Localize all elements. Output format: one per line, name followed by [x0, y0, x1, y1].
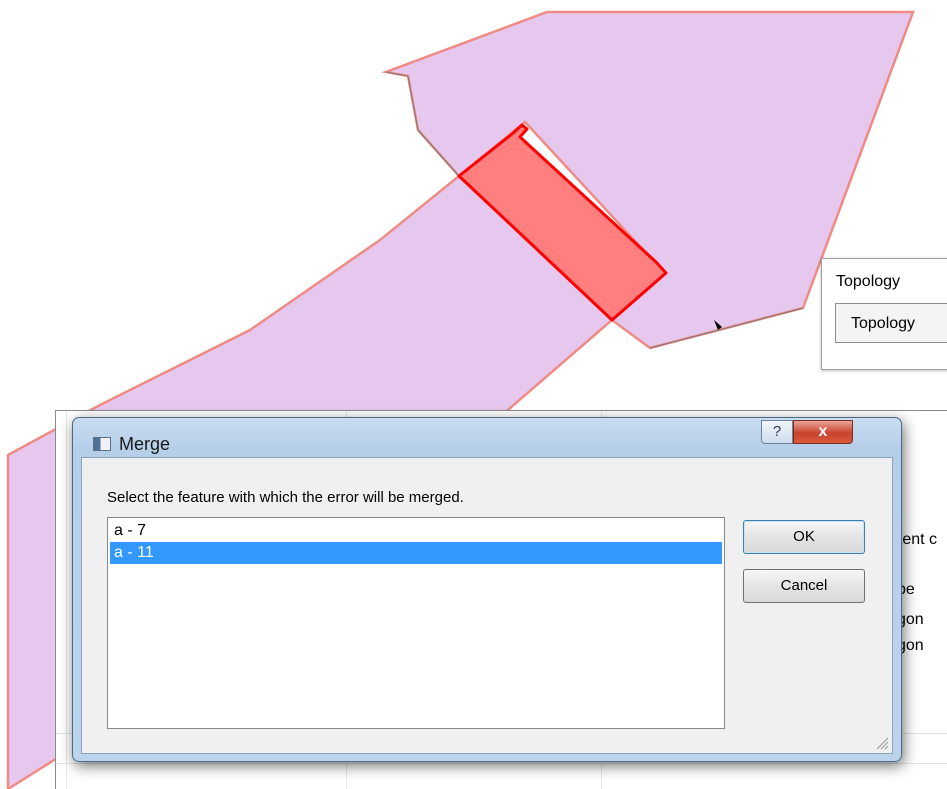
dialog-body: Select the feature with which the error …: [81, 457, 893, 754]
close-button[interactable]: x: [793, 420, 853, 444]
list-item[interactable]: a - 7: [110, 520, 722, 542]
topology-toolbar: Topology Topology: [821, 258, 947, 370]
list-item-selected[interactable]: a - 11: [110, 542, 722, 564]
cancel-button[interactable]: Cancel: [743, 569, 865, 603]
dialog-title: Merge: [119, 434, 171, 454]
resize-grip-icon[interactable]: [873, 734, 889, 750]
topology-button[interactable]: Topology: [835, 303, 947, 343]
ok-button[interactable]: OK: [743, 520, 865, 554]
screen: Topology Topology rs ntent c ype ygon yg…: [0, 0, 947, 789]
dialog-instruction: Select the feature with which the error …: [107, 489, 464, 506]
grid-line: [56, 763, 947, 764]
topology-toolbar-title: Topology: [836, 273, 901, 290]
feature-list[interactable]: a - 7 a - 11: [107, 517, 725, 729]
merge-dialog: Merge ? x Select the feature with which …: [72, 417, 902, 762]
window-icon: [93, 437, 111, 451]
help-button[interactable]: ?: [761, 420, 793, 444]
